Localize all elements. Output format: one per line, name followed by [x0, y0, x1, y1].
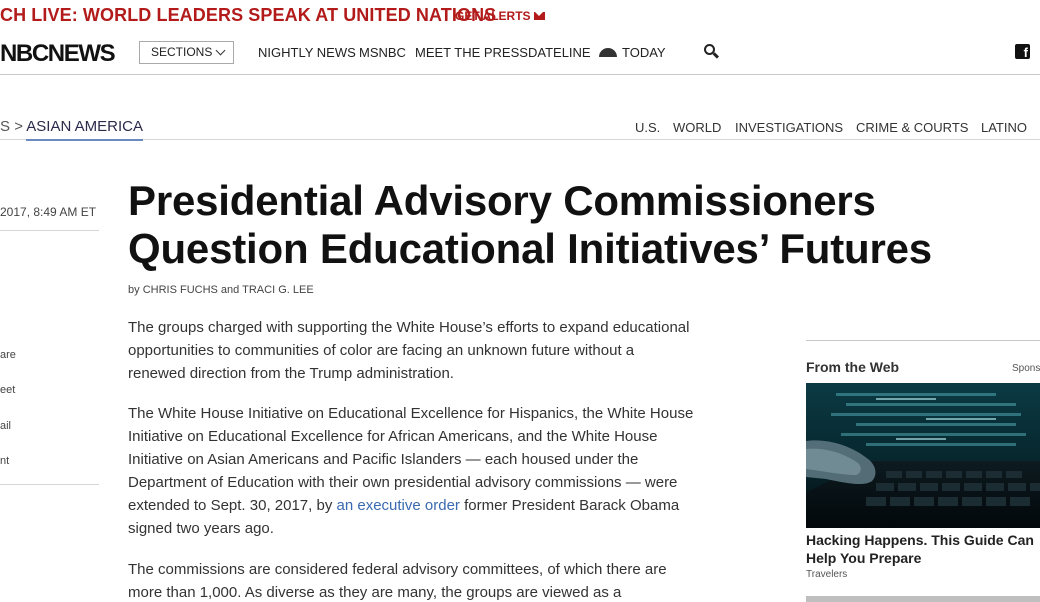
article-paragraph-2: The White House Initiative on Educationa… — [128, 402, 694, 540]
rail-divider-bottom — [0, 484, 99, 485]
get-alerts-label: GET ALERTS — [455, 9, 531, 23]
byline-author-1[interactable]: CHRIS FUCHS — [143, 284, 218, 296]
article-headline-line-1: Presidential Advisory Commissioners — [128, 177, 876, 224]
main-nav: NBCNEWS SECTIONS NIGHTLY NEWS MSNBC MEET… — [0, 30, 1040, 75]
chevron-down-icon — [215, 45, 226, 56]
article-paragraph-3: The commissions are considered federal a… — [128, 561, 667, 601]
sections-dropdown[interactable]: SECTIONS — [139, 41, 234, 64]
from-web-divider — [806, 340, 1040, 341]
article-byline: by CHRIS FUCHS and TRACI G. LEE — [128, 284, 314, 296]
article-headline-line-2: Question Educational Initiatives’ Future… — [128, 225, 932, 272]
nav-link-dateline[interactable]: DATELINE — [528, 45, 591, 60]
nav-link-today[interactable]: TODAY — [599, 45, 666, 60]
subnav-link-us[interactable]: U.S. — [635, 120, 660, 135]
nbc-news-logo[interactable]: NBCNEWS — [0, 40, 116, 68]
sponsored-card-image[interactable] — [806, 383, 1040, 528]
nav-link-today-label: TODAY — [622, 45, 666, 60]
subnav-link-world[interactable]: WORLD — [673, 120, 721, 135]
byline-and: and — [220, 284, 240, 296]
get-alerts-button[interactable]: GET ALERTS — [455, 9, 545, 23]
next-sponsored-card-image[interactable] — [806, 596, 1040, 602]
sub-nav: S > ASIAN AMERICA U.S. WORLD INVESTIGATI… — [0, 108, 1040, 141]
byline-author-2[interactable]: TRACI G. LEE — [242, 284, 314, 296]
share-print-link[interactable]: nt — [0, 455, 9, 467]
search-icon[interactable] — [704, 44, 720, 60]
envelope-icon — [533, 12, 545, 20]
breadcrumb-separator: > — [14, 118, 23, 135]
from-web-heading: From the Web — [806, 359, 900, 375]
breadcrumb-asian-america[interactable]: ASIAN AMERICA — [26, 118, 143, 141]
share-tweet-link[interactable]: eet — [0, 384, 15, 396]
byline-prefix: by — [128, 284, 140, 296]
breaking-banner: CH LIVE: WORLD LEADERS SPEAK AT UNITED N… — [0, 0, 1040, 30]
article-headline: Presidential Advisory Commissioners Ques… — [128, 177, 1040, 273]
hacker-keyboard-image — [806, 383, 1040, 528]
sponsored-card-source: Travelers — [806, 569, 848, 580]
sponsored-label: Spons — [1012, 363, 1040, 374]
nav-link-nightly-news[interactable]: NIGHTLY NEWS — [258, 45, 356, 60]
publish-date: 2017, 8:49 AM ET — [0, 205, 97, 219]
article-paragraph-1: The groups charged with supporting the W… — [128, 319, 690, 382]
facebook-icon[interactable]: f — [1015, 44, 1030, 60]
rail-divider-top — [0, 230, 99, 231]
share-email-link[interactable]: ail — [0, 420, 11, 432]
nav-link-meet-the-press[interactable]: MEET THE PRESS — [415, 45, 528, 60]
today-sun-icon — [599, 48, 617, 57]
share-facebook-link[interactable]: are — [0, 349, 16, 361]
subnav-link-crime-courts[interactable]: CRIME & COURTS — [856, 120, 968, 135]
sections-label: SECTIONS — [151, 45, 213, 59]
breadcrumb-prefix[interactable]: S — [0, 118, 10, 135]
subnav-link-investigations[interactable]: INVESTIGATIONS — [735, 120, 843, 135]
breadcrumb: S > ASIAN AMERICA — [0, 118, 143, 141]
sponsored-card-title[interactable]: Hacking Happens. This Guide Can Help You… — [806, 531, 1040, 567]
nav-link-msnbc[interactable]: MSNBC — [359, 45, 406, 60]
subnav-link-latino[interactable]: LATINO — [981, 120, 1027, 135]
executive-order-link[interactable]: an executive order — [337, 497, 460, 514]
breaking-headline[interactable]: CH LIVE: WORLD LEADERS SPEAK AT UNITED N… — [0, 5, 496, 26]
